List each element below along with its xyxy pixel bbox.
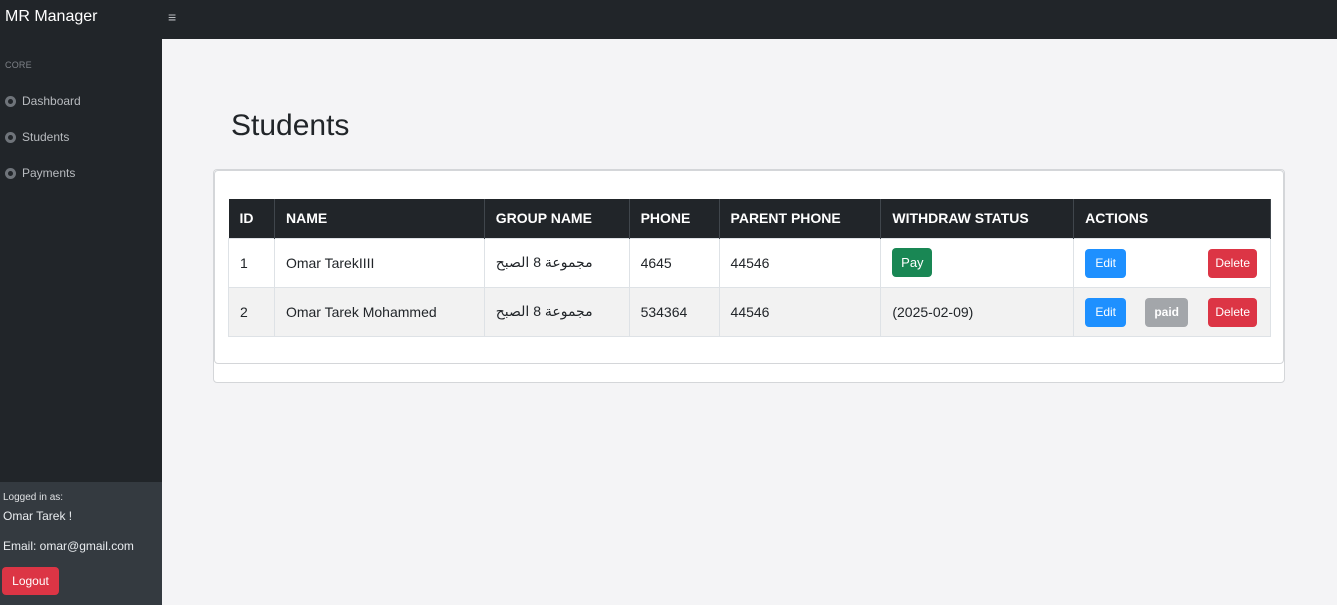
cell-parent-phone: 44546: [718, 237, 882, 288]
column-header-actions: ACTIONS: [1073, 199, 1271, 238]
sidebar-item-students[interactable]: Students: [5, 127, 69, 147]
user-name: Omar Tarek !: [3, 509, 73, 523]
cell-withdraw-status: (2025-02-09): [880, 286, 1075, 337]
cell-name: Omar TarekIIII: [273, 237, 485, 288]
column-header-name: NAME: [274, 199, 485, 238]
table-row: 1 Omar TarekIIII مجموعة 8 الصبح 4645 445…: [228, 237, 1271, 288]
cell-group-name: مجموعة 8 الصبح: [483, 237, 630, 288]
page-title: Students: [231, 109, 350, 142]
students-card: ID NAME GROUP NAME PHONE PARENT PHONE WI…: [213, 169, 1285, 383]
sidebar-item-dashboard[interactable]: Dashboard: [5, 91, 81, 111]
cell-actions: Edit Delete: [1073, 237, 1271, 288]
column-header-withdraw-status: WITHDRAW STATUS: [880, 199, 1075, 238]
edit-button[interactable]: Edit: [1085, 248, 1127, 278]
cell-phone: 4645: [628, 237, 720, 288]
cell-group-name: مجموعة 8 الصبح: [483, 286, 630, 337]
sidebar-item-label: Payments: [22, 166, 76, 180]
brand-title[interactable]: MR Manager: [5, 8, 97, 26]
students-card-body: ID NAME GROUP NAME PHONE PARENT PHONE WI…: [214, 170, 1284, 364]
user-email: Email: omar@gmail.com: [3, 539, 134, 553]
cell-parent-phone: 44546: [718, 286, 882, 337]
delete-button[interactable]: Delete: [1208, 297, 1258, 327]
column-header-phone: PHONE: [629, 199, 720, 238]
cell-withdraw-status: Pay: [880, 237, 1075, 288]
pay-button[interactable]: Pay: [892, 248, 933, 277]
cell-id: 2: [228, 286, 275, 337]
students-table: ID NAME GROUP NAME PHONE PARENT PHONE WI…: [228, 199, 1271, 337]
cell-name: Omar Tarek Mohammed: [273, 286, 485, 337]
nav-heading-core: CORE: [5, 60, 32, 70]
logout-button[interactable]: Logout: [2, 567, 59, 595]
sidebar-footer: Logged in as: Omar Tarek ! Email: omar@g…: [0, 482, 162, 605]
main-content: Students ID NAME GROUP NAME PHONE PARENT…: [162, 39, 1337, 605]
table-row: 2 Omar Tarek Mohammed مجموعة 8 الصبح 534…: [228, 286, 1271, 337]
sidebar-item-label: Dashboard: [22, 94, 81, 108]
cell-id: 1: [228, 237, 275, 288]
sidebar-item-payments[interactable]: Payments: [5, 163, 75, 183]
table-header-row: ID NAME GROUP NAME PHONE PARENT PHONE WI…: [228, 199, 1271, 238]
tachometer-icon: [5, 131, 16, 143]
column-header-group-name: GROUP NAME: [484, 199, 630, 238]
menu-toggle-icon[interactable]: ≡: [168, 9, 176, 25]
logged-in-label: Logged in as:: [3, 492, 64, 503]
column-header-parent-phone: PARENT PHONE: [719, 199, 882, 238]
cell-actions: Edit paid Delete: [1073, 286, 1271, 337]
edit-button[interactable]: Edit: [1085, 297, 1127, 327]
cell-phone: 534364: [628, 286, 720, 337]
top-navbar: MR Manager ≡: [0, 0, 1337, 39]
delete-button[interactable]: Delete: [1208, 248, 1258, 278]
column-header-id: ID: [228, 199, 275, 238]
sidebar: CORE Dashboard Students Payments Logged …: [0, 39, 162, 605]
sidebar-item-label: Students: [22, 130, 70, 144]
paid-button[interactable]: paid: [1145, 297, 1189, 327]
tachometer-icon: [5, 95, 16, 107]
tachometer-icon: [5, 167, 16, 179]
